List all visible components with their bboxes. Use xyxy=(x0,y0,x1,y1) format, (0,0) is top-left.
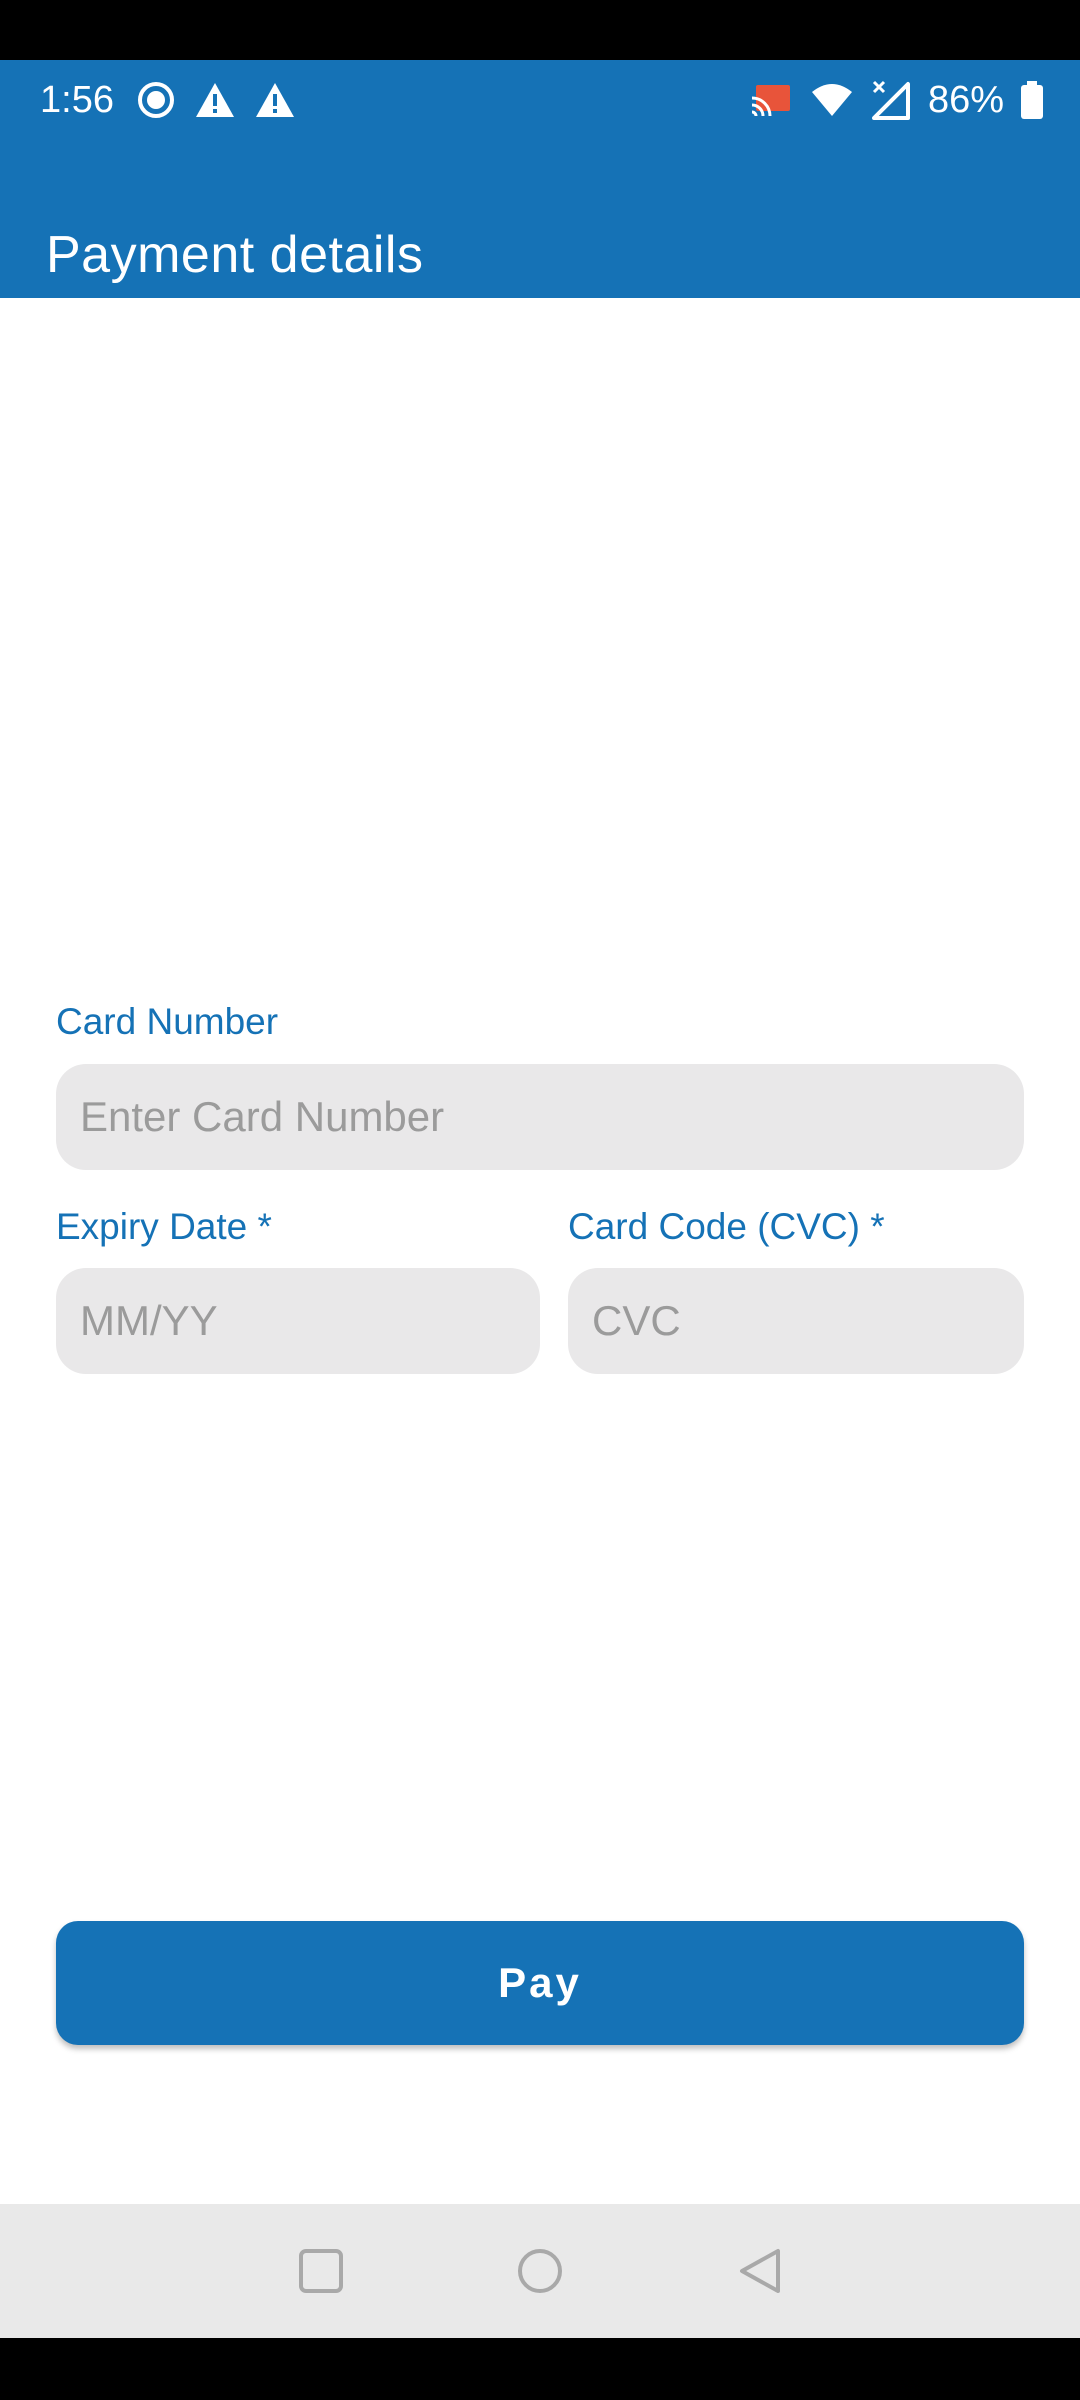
cvc-input[interactable] xyxy=(568,1268,1024,1374)
status-system-icons: 86% xyxy=(750,78,1044,122)
wifi-icon xyxy=(811,84,852,116)
card-number-label: Card Number xyxy=(56,1001,279,1042)
status-notification-icons xyxy=(136,80,296,120)
home-icon xyxy=(518,2249,562,2293)
navigation-bar xyxy=(0,2204,1080,2338)
back-icon xyxy=(740,2249,780,2293)
cvc-label: Card Code (CVC) * xyxy=(568,1206,885,1247)
app-bar: Payment details xyxy=(0,140,1080,298)
cast-icon xyxy=(751,85,790,117)
screen: 1:56 86% Payment details Card Number Ent… xyxy=(0,0,1080,2400)
back-button[interactable] xyxy=(727,2238,793,2304)
page-title: Payment details xyxy=(46,225,424,284)
warning-icon xyxy=(196,83,234,117)
warning-icon xyxy=(256,83,294,117)
payment-form: Card Number Expiry Date * Card Code (CVC… xyxy=(0,298,1080,2204)
recents-icon xyxy=(299,2249,343,2293)
expiry-date-label: Expiry Date * xyxy=(56,1206,272,1247)
battery-icon xyxy=(1021,81,1043,119)
status-time: 1:56 xyxy=(40,79,114,121)
top-bezel xyxy=(0,0,1080,60)
recents-button[interactable] xyxy=(288,2238,354,2304)
status-bar: 1:56 86% xyxy=(0,60,1080,140)
bottom-bezel xyxy=(0,2338,1080,2400)
signal-icon xyxy=(871,80,910,120)
battery-percentage: 86% xyxy=(927,79,1004,121)
record-icon xyxy=(138,82,174,118)
card-number-input[interactable] xyxy=(56,1064,1024,1170)
pay-button[interactable]: Pay xyxy=(56,1921,1024,2045)
home-button[interactable] xyxy=(507,2238,573,2304)
expiry-date-input[interactable] xyxy=(56,1268,540,1374)
